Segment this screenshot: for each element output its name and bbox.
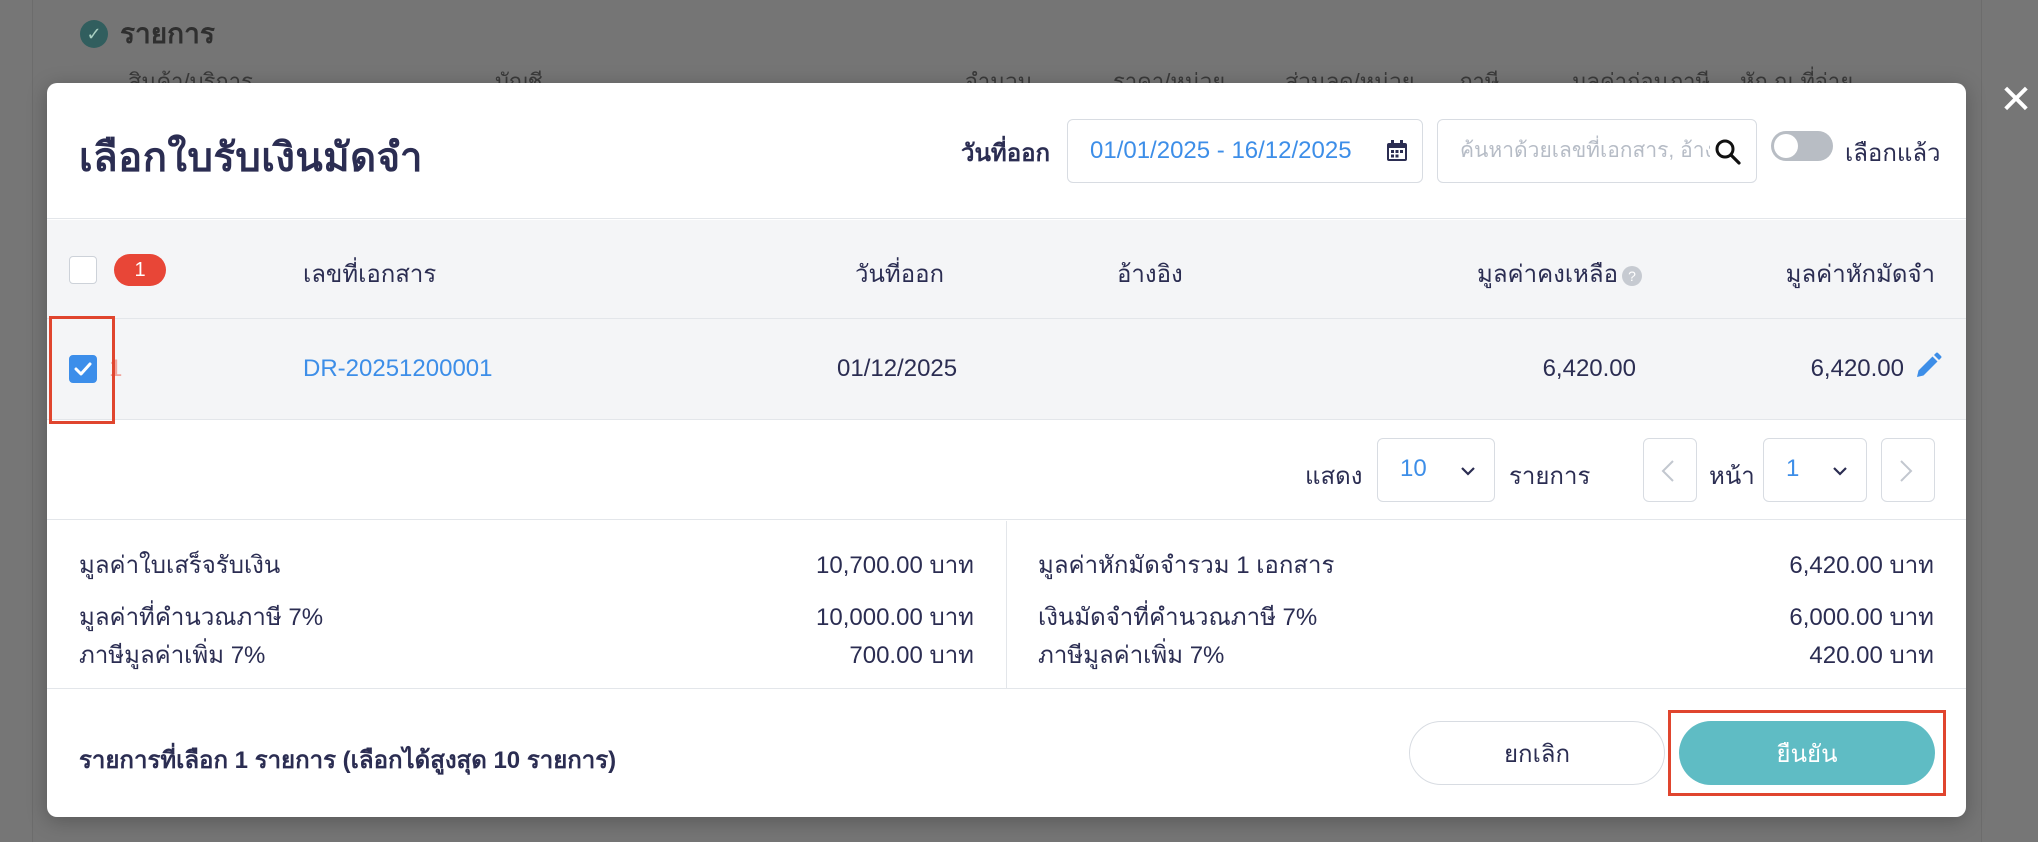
close-modal-icon[interactable]: ✕ xyxy=(1996,80,2036,120)
modal-header: เลือกใบรับเงินมัดจำ วันที่ออก 01/01/2025… xyxy=(47,83,1966,219)
issue-date-cell: 01/12/2025 xyxy=(837,355,958,382)
pagination-bar: แสดง 10 รายการ หน้า 1 xyxy=(47,420,1966,520)
column-header-issue-date[interactable]: วันที่ออก xyxy=(855,254,944,293)
document-search-input[interactable] xyxy=(1460,120,1710,182)
doc-no-link[interactable]: DR-20251200001 xyxy=(303,355,492,383)
date-range-picker[interactable]: 01/01/2025 - 16/12/2025 xyxy=(1067,119,1423,183)
column-header-reference[interactable]: อ้างอิง xyxy=(1117,254,1183,293)
column-header-remaining[interactable]: มูลค่าคงเหลือ? xyxy=(1477,254,1642,293)
deduct-cell: 6,420.00 xyxy=(1810,355,1904,382)
selected-count-badge: 1 xyxy=(114,254,166,286)
column-header-doc-no[interactable]: เลขที่เอกสาร xyxy=(303,254,436,293)
table-row[interactable]: 1 DR-20251200001 01/12/2025 6,420.00 6,4… xyxy=(47,316,1966,424)
show-label: แสดง xyxy=(1305,463,1363,490)
remaining-cell: 6,420.00 xyxy=(1542,355,1636,382)
selected-only-toggle[interactable] xyxy=(1771,131,1833,161)
chevron-right-icon xyxy=(1900,460,1913,482)
calendar-icon xyxy=(1387,140,1407,161)
page-select[interactable]: 1 xyxy=(1763,438,1867,502)
highlight-box-checkbox xyxy=(49,316,115,424)
highlight-box-confirm xyxy=(1668,710,1946,796)
cancel-button[interactable]: ยกเลิก xyxy=(1409,721,1665,785)
per-page-select[interactable]: 10 xyxy=(1377,438,1495,502)
summary-divider xyxy=(1006,521,1007,689)
chevron-down-icon xyxy=(1461,467,1475,476)
pencil-edit-icon[interactable] xyxy=(1913,351,1943,381)
date-filter-label: วันที่ออก xyxy=(961,140,1051,167)
chevron-down-icon xyxy=(1833,467,1847,476)
summary-value: 420.00 บาท xyxy=(1809,642,1934,669)
summary-value: 6,000.00 บาท xyxy=(1789,604,1934,631)
summary-label: เงินมัดจำที่คำนวณภาษี 7% xyxy=(1038,604,1318,631)
summary-value: 700.00 บาท xyxy=(849,642,974,669)
summary-label: มูลค่าใบเสร็จรับเงิน xyxy=(79,552,281,579)
select-all-checkbox[interactable] xyxy=(69,256,97,284)
summary-label: มูลค่าหักมัดจำรวม 1 เอกสาร xyxy=(1038,552,1335,579)
document-search-box xyxy=(1437,119,1757,183)
summary-value: 6,420.00 บาท xyxy=(1789,552,1934,579)
summary-label: มูลค่าที่คำนวณภาษี 7% xyxy=(79,604,324,631)
help-icon[interactable]: ? xyxy=(1622,265,1642,286)
column-header-deduct[interactable]: มูลค่าหักมัดจำ xyxy=(1786,254,1935,293)
selection-summary-text: รายการที่เลือก 1 รายการ (เลือกได้สูงสุด … xyxy=(79,747,617,774)
date-range-value: 01/01/2025 - 16/12/2025 xyxy=(1090,137,1352,164)
search-icon[interactable] xyxy=(1714,138,1742,166)
prev-page-button[interactable] xyxy=(1643,438,1697,502)
toggle-knob xyxy=(1774,134,1798,158)
chevron-left-icon xyxy=(1661,460,1674,482)
summary-value: 10,700.00 บาท xyxy=(816,552,974,579)
items-label: รายการ xyxy=(1509,463,1591,490)
summary-label: ภาษีมูลค่าเพิ่ม 7% xyxy=(79,642,266,669)
summary-panel: มูลค่าใบเสร็จรับเงิน 10,700.00 บาท มูลค่… xyxy=(47,521,1966,689)
next-page-button[interactable] xyxy=(1881,438,1935,502)
summary-value: 10,000.00 บาท xyxy=(816,604,974,631)
summary-label: ภาษีมูลค่าเพิ่ม 7% xyxy=(1038,642,1225,669)
modal-footer: รายการที่เลือก 1 รายการ (เลือกได้สูงสุด … xyxy=(47,689,1966,817)
table-header: 1 เลขที่เอกสาร วันที่ออก อ้างอิง มูลค่าค… xyxy=(47,220,1966,319)
select-deposit-receipt-modal: เลือกใบรับเงินมัดจำ วันที่ออก 01/01/2025… xyxy=(47,83,1966,817)
page-label: หน้า xyxy=(1709,463,1755,490)
modal-title: เลือกใบรับเงินมัดจำ xyxy=(79,136,424,180)
selected-only-label: เลือกแล้ว xyxy=(1845,140,1941,167)
